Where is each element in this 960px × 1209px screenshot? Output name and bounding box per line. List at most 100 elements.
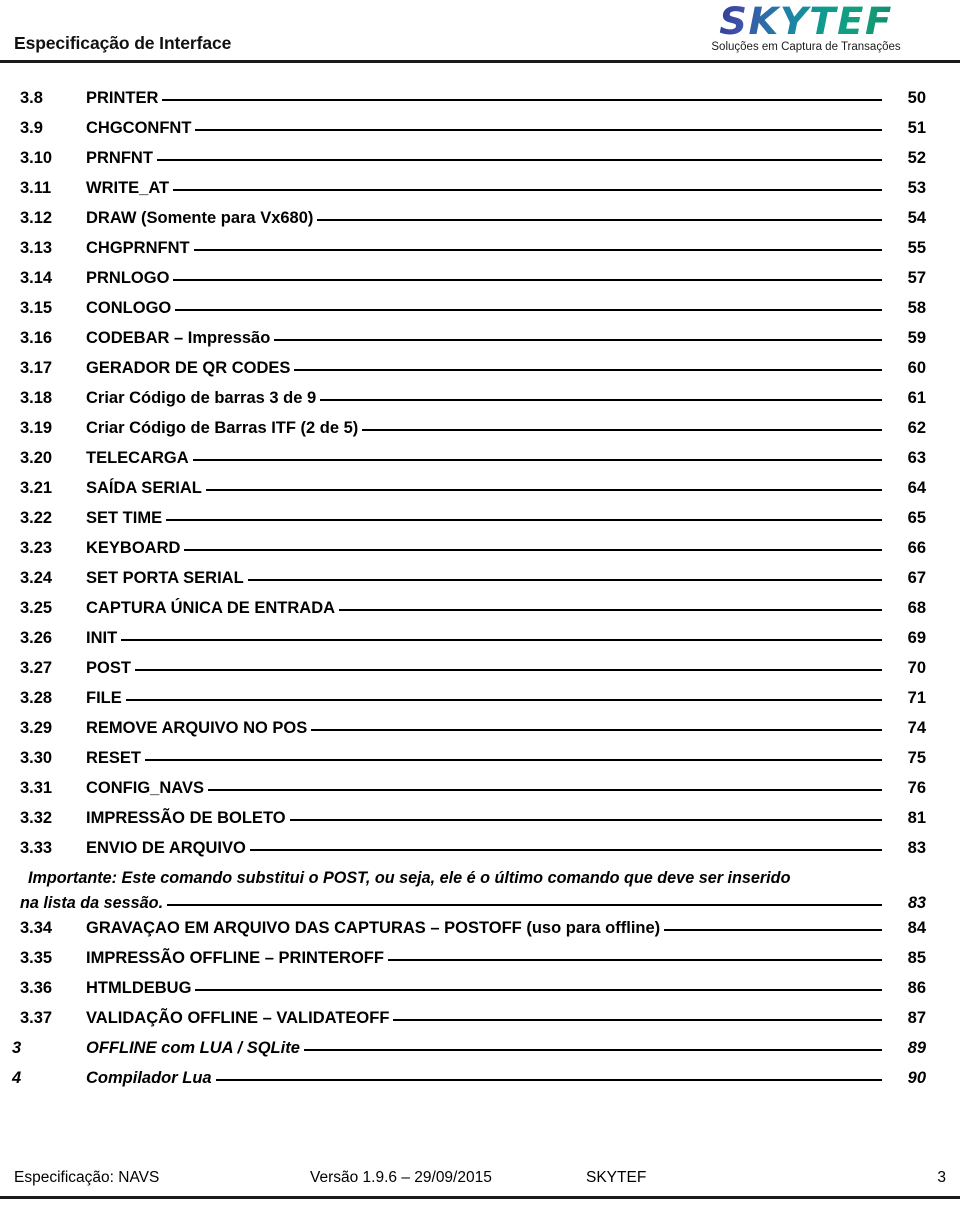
toc-entry-number: 3.24 xyxy=(20,568,53,587)
toc-entry-page-number: 81 xyxy=(907,808,926,827)
toc-entry-number: 3.33 xyxy=(20,838,53,857)
toc-leader-line xyxy=(249,836,883,853)
toc-row[interactable]: 3.36 HTMLDEBUG 86 xyxy=(0,976,960,1006)
toc-entry-page-number: 50 xyxy=(907,88,926,107)
toc-entry-number: 3.23 xyxy=(20,538,53,557)
toc-row[interactable]: 3.34 GRAVAÇAO EM ARQUIVO DAS CAPTURAS – P… xyxy=(0,916,960,946)
toc-entry-label: VALIDAÇÃO OFFLINE – VALIDATEOFF xyxy=(86,1008,390,1027)
toc-row[interactable]: 3.15 CONLOGO 58 xyxy=(0,296,960,326)
toc-entry-page-number: 60 xyxy=(907,358,926,377)
toc-row[interactable]: 3.13 CHGPRNFNT 55 xyxy=(0,236,960,266)
toc-entry-page-number: 76 xyxy=(907,778,926,797)
toc-leader-line xyxy=(387,946,883,963)
toc-row[interactable]: 3.29 REMOVE ARQUIVO NO POS 74 xyxy=(0,716,960,746)
toc-row[interactable]: 3.32 IMPRESSÃO DE BOLETO 81 xyxy=(0,806,960,836)
toc-row[interactable]: 4 Compilador Lua 90 xyxy=(0,1066,960,1096)
toc-leader-line xyxy=(339,596,882,613)
table-of-contents: 3.8 PRINTER 50 3.9 CHGCONFNT 51 3.10 PRNFNT 52 3.… xyxy=(0,86,960,1096)
toc-entry-label: PRNFNT xyxy=(86,148,153,167)
toc-row[interactable]: 3.14 PRNLOGO 57 xyxy=(0,266,960,296)
toc-entry-page-number: 85 xyxy=(907,948,926,967)
toc-leader-line xyxy=(173,176,882,193)
toc-row[interactable]: 3.12 DRAW (Somente para Vx680) 54 xyxy=(0,206,960,236)
toc-row[interactable]: 3.20 TELECARGA 63 xyxy=(0,446,960,476)
toc-row[interactable]: 3.25 CAPTURA ÚNICA DE ENTRADA 68 xyxy=(0,596,960,626)
toc-entry-number: 3.8 xyxy=(20,88,43,107)
toc-leader-line xyxy=(134,656,883,673)
toc-entry-number: 3.17 xyxy=(20,358,53,377)
toc-entry-label: SET PORTA SERIAL xyxy=(86,568,244,587)
toc-entry-label: CONLOGO xyxy=(86,298,172,317)
toc-row[interactable]: 3.37 VALIDAÇÃO OFFLINE – VALIDATEOFF 87 xyxy=(0,1006,960,1036)
toc-entry-number: 3.27 xyxy=(20,658,53,677)
toc-entry-number: 3.10 xyxy=(20,148,53,167)
toc-row[interactable]: 3.19 Criar Código de Barras ITF (2 de 5) 6… xyxy=(0,416,960,446)
toc-leader-line xyxy=(274,326,882,343)
toc-entry-number: 3.9 xyxy=(20,118,43,137)
toc-entry-number: 3.19 xyxy=(20,418,53,437)
toc-entry-number: 3.18 xyxy=(20,388,53,407)
toc-leader-line xyxy=(162,86,882,103)
toc-entry-page-number: 51 xyxy=(907,118,926,137)
toc-row[interactable]: 3.26 INIT 69 xyxy=(0,626,960,656)
toc-entry-list-continued: 3.34 GRAVAÇAO EM ARQUIVO DAS CAPTURAS – P… xyxy=(0,916,960,1096)
toc-entry-number: 3.36 xyxy=(20,978,53,997)
toc-leader-line xyxy=(145,746,882,763)
toc-leader-line xyxy=(192,446,883,463)
footer-company: SKYTEF xyxy=(586,1169,647,1186)
toc-row[interactable]: 3.16 CODEBAR – Impressão 59 xyxy=(0,326,960,356)
toc-entry-page-number: 52 xyxy=(907,148,926,167)
toc-leader-line xyxy=(175,296,882,313)
footer-version: Versão 1.9.6 – 29/09/2015 xyxy=(310,1169,492,1186)
toc-entry-page-number: 67 xyxy=(907,568,926,587)
toc-leader-line xyxy=(362,416,882,433)
toc-entry-number: 3.26 xyxy=(20,628,53,647)
toc-entry-label: Criar Código de barras 3 de 9 xyxy=(86,388,317,407)
toc-row[interactable]: 3.18 Criar Código de barras 3 de 9 61 xyxy=(0,386,960,416)
toc-row[interactable]: 3.10 PRNFNT 52 xyxy=(0,146,960,176)
toc-leader-line xyxy=(247,566,883,583)
toc-row[interactable]: 3.35 IMPRESSÃO OFFLINE – PRINTEROFF 85 xyxy=(0,946,960,976)
toc-row[interactable]: 3.9 CHGCONFNT 51 xyxy=(0,116,960,146)
toc-leader-line xyxy=(173,266,882,283)
toc-entry-label: GRAVAÇAO EM ARQUIVO DAS CAPTURAS – POSTO… xyxy=(86,918,661,937)
footer-page-number: 3 xyxy=(937,1169,946,1186)
toc-row[interactable]: 3.33 ENVIO DE ARQUIVO 83 xyxy=(0,836,960,866)
toc-row[interactable]: 3.11 WRITE_AT 53 xyxy=(0,176,960,206)
toc-entry-number: 3.28 xyxy=(20,688,53,707)
toc-row[interactable]: 3.28 FILE 71 xyxy=(0,686,960,716)
toc-entry-label: GERADOR DE QR CODES xyxy=(86,358,291,377)
toc-row[interactable]: 3.27 POST 70 xyxy=(0,656,960,686)
toc-row[interactable]: 3.8 PRINTER 50 xyxy=(0,86,960,116)
toc-row[interactable]: 3.17 GERADOR DE QR CODES 60 xyxy=(0,356,960,386)
footer-divider xyxy=(0,1196,960,1199)
toc-entry-number: 3.32 xyxy=(20,808,53,827)
toc-entry-page-number: 59 xyxy=(907,328,926,347)
toc-entry-page-number: 83 xyxy=(907,838,926,857)
toc-entry-label: IMPRESSÃO DE BOLETO xyxy=(86,808,286,827)
toc-row[interactable]: 3.30 RESET 75 xyxy=(0,746,960,776)
toc-row[interactable]: 3 OFFLINE com LUA / SQLite 89 xyxy=(0,1036,960,1066)
toc-leader-line xyxy=(167,892,882,908)
toc-entry-page-number: 89 xyxy=(907,1038,926,1057)
toc-row[interactable]: 3.22 SET TIME 65 xyxy=(0,506,960,536)
toc-leader-line xyxy=(294,356,882,373)
toc-leader-line xyxy=(303,1036,883,1053)
toc-entry-label: POST xyxy=(86,658,131,677)
toc-row[interactable]: 3.21 SAÍDA SERIAL 64 xyxy=(0,476,960,506)
toc-entry-label: CODEBAR – Impressão xyxy=(86,328,271,347)
footer-content: Especificação: NAVS Versão 1.9.6 – 29/09… xyxy=(14,1169,946,1195)
toc-row[interactable]: 3.31 CONFIG_NAVS 76 xyxy=(0,776,960,806)
document-header: Especificação de Interface SKYTEF Soluçõ… xyxy=(0,0,960,66)
toc-entry-label: SAÍDA SERIAL xyxy=(86,478,202,497)
toc-entry-number: 3 xyxy=(12,1038,22,1057)
toc-entry-label: INIT xyxy=(86,628,118,647)
toc-entry-number: 4 xyxy=(12,1068,22,1087)
toc-entry-number: 3.14 xyxy=(20,268,53,287)
toc-row[interactable]: 3.24 SET PORTA SERIAL 67 xyxy=(0,566,960,596)
toc-entry-page-number: 65 xyxy=(907,508,926,527)
toc-important-note: Importante: Este comando substitui o POS… xyxy=(0,866,960,916)
toc-leader-line xyxy=(195,116,882,133)
toc-row[interactable]: 3.23 KEYBOARD 66 xyxy=(0,536,960,566)
toc-entry-page-number: 75 xyxy=(907,748,926,767)
